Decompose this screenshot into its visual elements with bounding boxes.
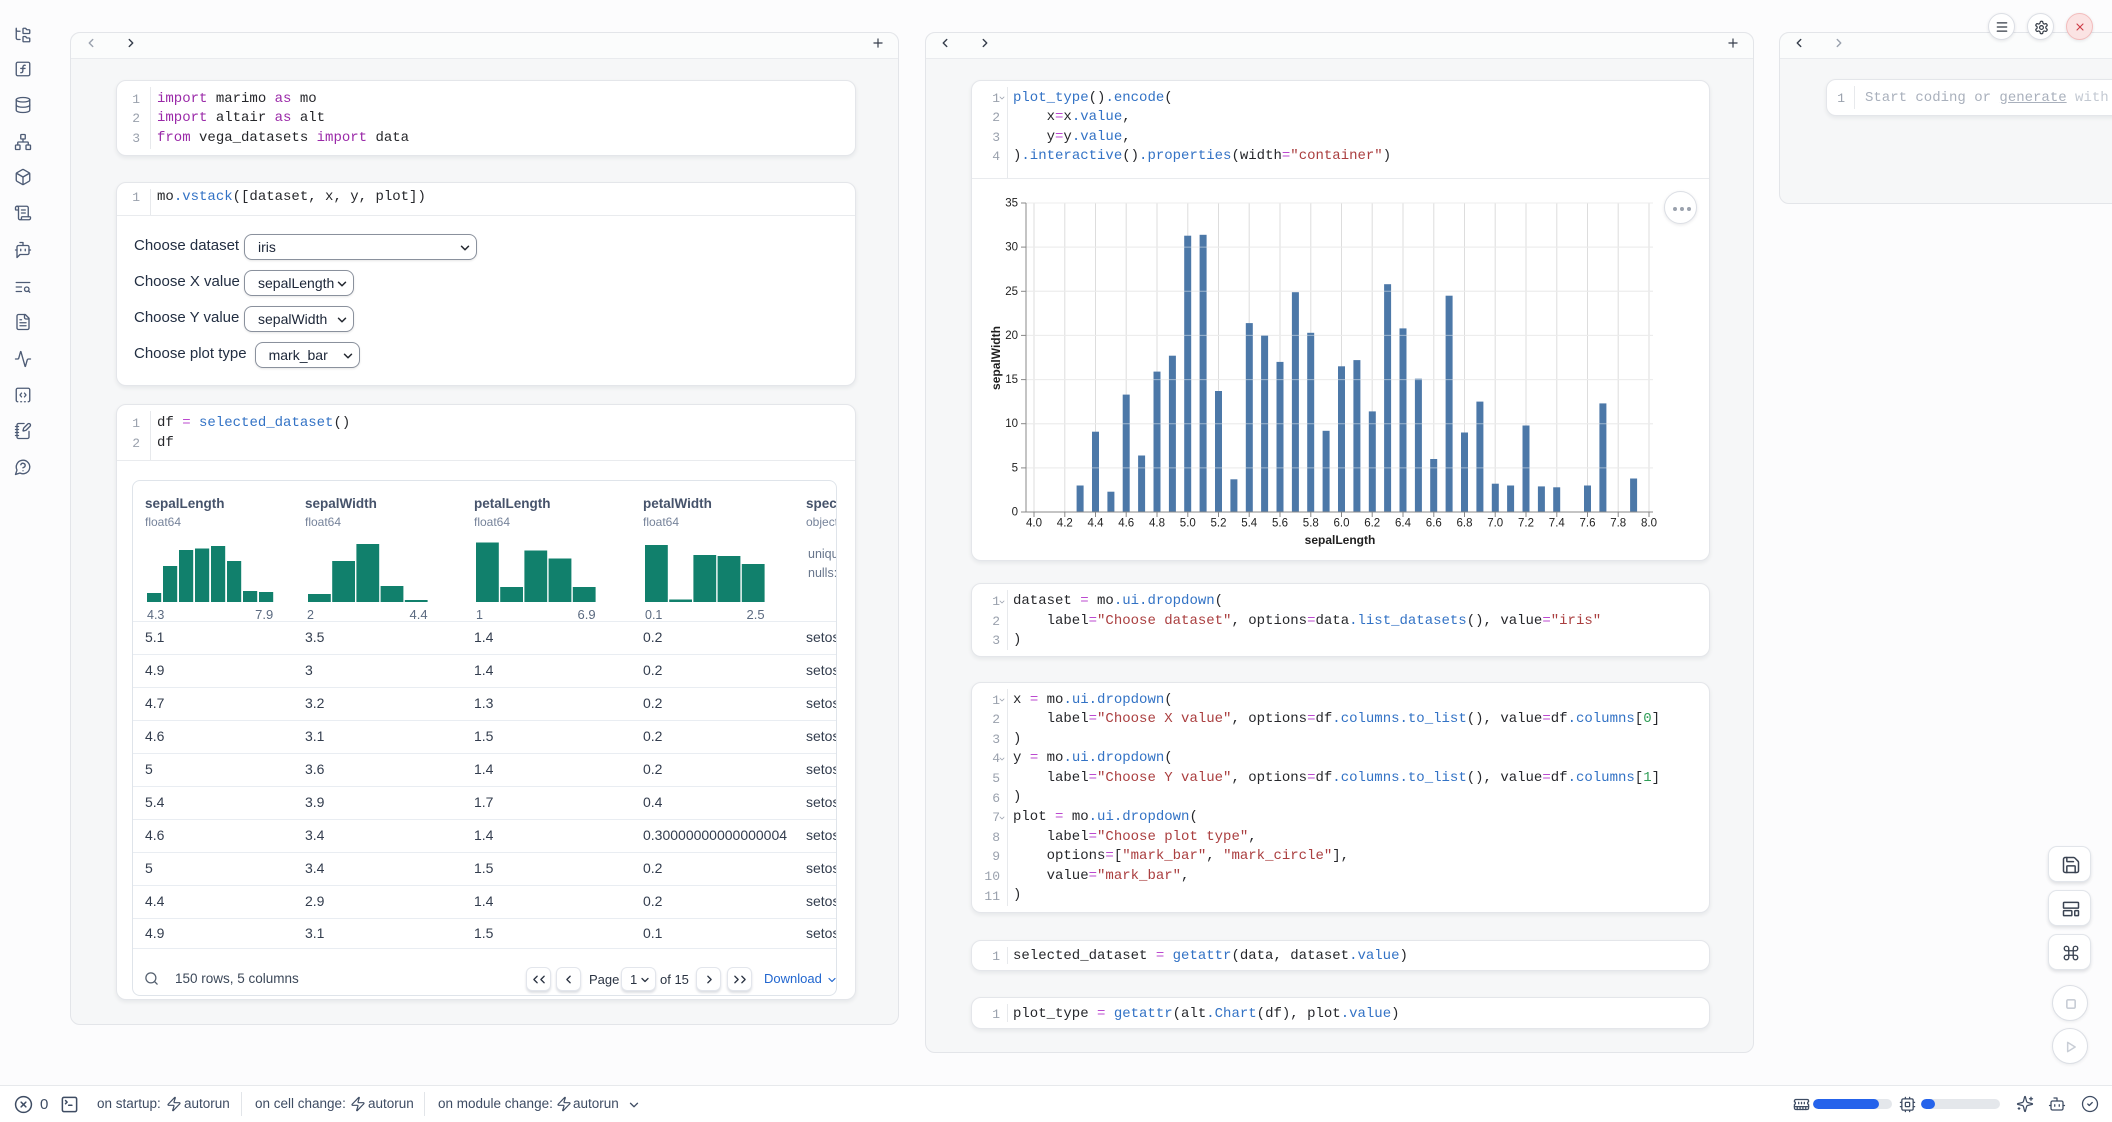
svg-text:6.2: 6.2 [1364,518,1380,530]
svg-text:6.0: 6.0 [1334,518,1350,530]
svg-text:7.0: 7.0 [1487,518,1503,530]
svg-text:5.0: 5.0 [1180,518,1196,530]
svg-text:8.0: 8.0 [1641,518,1657,530]
svg-text:5.8: 5.8 [1303,518,1319,530]
svg-text:5: 5 [1012,462,1018,474]
svg-text:7.6: 7.6 [1580,518,1596,530]
svg-text:4.8: 4.8 [1149,518,1165,530]
svg-text:7.4: 7.4 [1549,518,1566,530]
svg-text:7.2: 7.2 [1518,518,1534,530]
svg-text:30: 30 [1005,242,1018,254]
svg-text:5.4: 5.4 [1241,518,1258,530]
svg-text:7.8: 7.8 [1610,518,1626,530]
svg-text:5.6: 5.6 [1272,518,1288,530]
svg-text:4.0: 4.0 [1026,518,1042,530]
svg-text:6.4: 6.4 [1395,518,1412,530]
svg-text:5.2: 5.2 [1211,518,1227,530]
svg-text:4.2: 4.2 [1057,518,1073,530]
svg-text:25: 25 [1005,286,1018,298]
svg-text:4.6: 4.6 [1118,518,1134,530]
svg-text:20: 20 [1005,330,1018,342]
svg-text:sepalWidth: sepalWidth [989,326,1003,390]
svg-text:4.4: 4.4 [1088,518,1105,530]
svg-text:6.8: 6.8 [1457,518,1473,530]
svg-text:15: 15 [1005,374,1018,386]
svg-text:10: 10 [1005,418,1018,430]
svg-text:0: 0 [1012,507,1018,519]
svg-text:sepalLength: sepalLength [1305,533,1376,547]
svg-text:6.6: 6.6 [1426,518,1442,530]
svg-text:35: 35 [1005,198,1018,210]
